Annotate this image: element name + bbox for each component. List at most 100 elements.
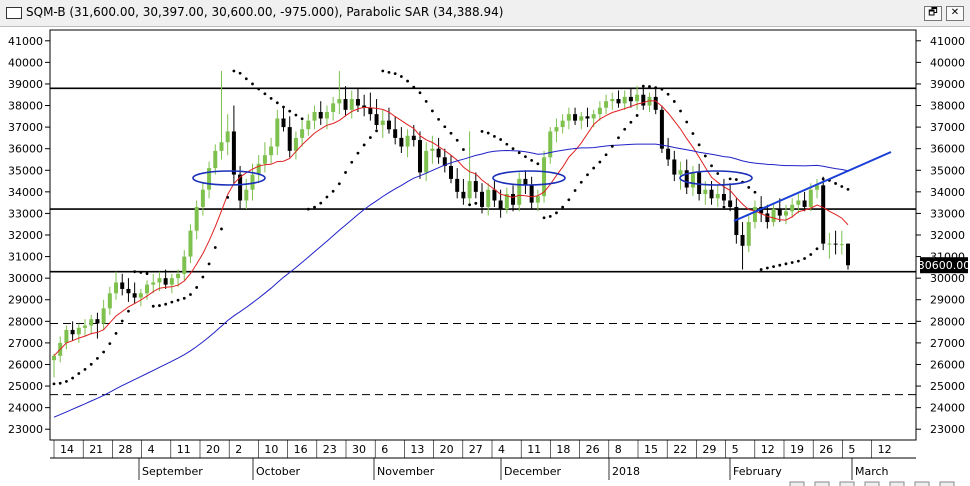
sar-dot [164,302,168,306]
candle-body [368,107,373,115]
hand-icon-frame [789,481,805,486]
sar-dot [362,143,366,147]
sar-dot [697,143,701,147]
sar-dot [145,272,149,276]
candle-body [343,99,348,110]
sar-dot [424,99,428,103]
candle-body [585,116,590,119]
candle-body [783,211,788,216]
candle-body [672,159,677,175]
x-day-label: 10 [264,443,278,456]
candle-body [114,282,119,294]
sar-dot [306,207,310,211]
candle-body [597,107,602,115]
candle-body [697,172,702,194]
sar-dot [437,117,440,121]
candlestick-chart: 23000 23000 24000 24000 25000 25000 26000 26000… [8,29,970,486]
chart-title: SQM-B (31,600.00, 30,397.00, 30,600.00, … [26,5,504,19]
x-month-label: March [855,465,889,478]
candle-body [281,118,286,128]
candle-body [678,170,683,175]
sar-dot [685,120,689,124]
candle-body [194,206,199,231]
sar-dot [660,87,664,91]
sar-dot [716,172,720,175]
candle-body [591,114,596,119]
restore-button[interactable]: 🗗 [924,6,942,21]
y-tick-label-left: 33000 [8,207,43,220]
candle-body [635,94,640,102]
sar-dot [679,109,682,113]
candle-body [604,101,609,108]
x-month-label: November [377,465,435,478]
candle-body [449,165,453,179]
y-tick-label-right: 34000 [930,186,965,199]
x-day-label: 26 [819,443,833,456]
y-tick-label-right: 30000 [930,272,965,285]
candle-body [827,243,832,245]
y-tick-label-right: 26000 [930,358,965,371]
plot-area [49,29,917,441]
sar-dot [840,185,844,188]
sar-dot [114,332,118,335]
sar-dot [406,79,409,83]
y-tick-label-left: 35000 [8,164,43,177]
y-tick-label-right: 35000 [930,164,965,177]
candle-body [480,191,485,207]
candle-body [169,278,174,285]
scroll-left-icon[interactable] [864,481,880,486]
candle-body [846,243,850,266]
end-icon[interactable] [939,481,955,486]
x-day-label: 8 [615,443,622,456]
sar-dot [375,129,378,133]
candle-body [393,129,398,138]
sar-dot [325,195,329,199]
candle-body [262,155,267,164]
ellipsis-icon-frame [839,481,855,486]
candle-body [95,319,100,324]
sar-dot [393,72,397,76]
candle-body [219,142,224,151]
y-tick-label-left: 34000 [8,186,43,199]
x-day-label: 16 [294,443,308,456]
sar-dot [120,319,124,323]
candle-body [728,200,733,207]
next-icon[interactable] [914,481,930,486]
sar-dot [672,100,676,103]
candle-body [151,282,156,285]
sar-dot [65,380,68,383]
hand-icon[interactable] [789,481,805,486]
x-day-label: 11 [177,443,191,456]
sar-dot [542,216,546,220]
sar-dot [666,92,670,96]
close-button[interactable]: ✕ [946,6,964,21]
x-day-label: 12 [878,443,892,456]
ellipsis-icon[interactable] [839,481,855,486]
sar-dot [381,69,385,73]
scroll-right-icon[interactable] [889,481,905,486]
sar-dot [536,162,540,166]
candle-body [821,185,826,244]
candle-body [833,243,838,245]
scroll-left-icon-frame [864,481,880,486]
x-day-label: 20 [440,443,454,456]
sar-dot [809,253,813,256]
sar-dot [226,195,230,199]
sar-dot [480,130,484,133]
y-tick-label-left: 39000 [8,78,43,91]
candle-body [746,222,751,246]
sar-dot [598,160,602,164]
sar-dot [158,304,161,307]
y-tick-label-left: 24000 [8,402,43,415]
y-tick-label-right: 41000 [930,35,965,48]
sar-dot [337,182,341,186]
zoom-icon[interactable] [814,481,830,486]
candle-body [511,194,516,205]
sar-dot [449,131,453,135]
sar-dot [561,205,565,209]
sar-dot [759,268,763,271]
candle-body [138,293,143,298]
sar-dot [548,214,552,218]
candle-body [200,189,205,207]
sar-dot [530,158,534,162]
